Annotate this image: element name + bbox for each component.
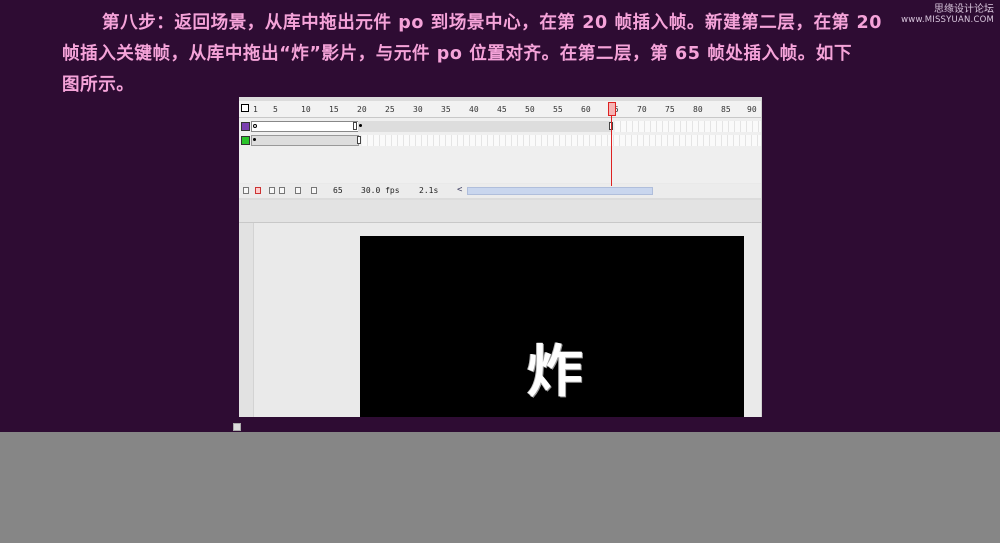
frame-end-marker [357, 136, 361, 144]
timeline-ruler[interactable]: 1 5 10 15 20 25 30 35 40 45 50 55 60 65 … [239, 101, 761, 118]
keyframe-icon [253, 138, 256, 141]
layer-row-2[interactable] [239, 134, 761, 147]
resize-grip-icon[interactable] [233, 423, 241, 431]
ruler-tick: 55 [553, 105, 563, 114]
stage[interactable]: 炸 [360, 236, 744, 417]
bottom-gray-band [0, 432, 1000, 543]
ruler-tick: 70 [637, 105, 647, 114]
ruler-tick: 90 [747, 105, 757, 114]
instruction-text: 第八步：返回场景，从库中拖出元件 po 到场景中心，在第 20 帧插入帧。新建第… [62, 8, 942, 101]
watermark-url: www.MISSYUAN.COM [901, 15, 994, 25]
flash-window: 1 5 10 15 20 25 30 35 40 45 50 55 60 65 … [239, 97, 762, 417]
ruler-tick: 60 [581, 105, 591, 114]
ruler-tick: 50 [525, 105, 535, 114]
ruler-tick: 10 [301, 105, 311, 114]
scroll-left-icon[interactable]: < [457, 185, 462, 195]
ruler-tick: 80 [693, 105, 703, 114]
timeline-status-bar: 65 30.0 fps 2.1s < [239, 184, 761, 198]
keyframe-icon [359, 124, 362, 127]
ruler-tick: 85 [721, 105, 731, 114]
ruler-tick: 40 [469, 105, 479, 114]
ruler-tick: 15 [329, 105, 339, 114]
workspace-left-strip [239, 223, 254, 417]
frame-rate: 30.0 fps [361, 186, 400, 195]
timeline-scrollbar[interactable] [467, 187, 653, 195]
playhead-marker[interactable] [608, 102, 616, 116]
ruler-tick: 35 [441, 105, 451, 114]
watermark-title: 思缘设计论坛 [934, 4, 994, 15]
frame-end-marker [353, 122, 357, 130]
modify-markers-icon[interactable] [311, 187, 317, 194]
layer-frame-span[interactable] [358, 121, 612, 132]
empty-frames[interactable] [362, 135, 761, 146]
layer-color-swatch [241, 136, 250, 145]
center-frame-icon[interactable] [255, 187, 261, 194]
watermark: 思缘设计论坛 www.MISSYUAN.COM [901, 4, 994, 26]
empty-keyframe-icon [253, 124, 257, 128]
ruler-tick: 75 [665, 105, 675, 114]
ruler-tick: 20 [357, 105, 367, 114]
layer-row-1[interactable] [239, 120, 761, 133]
explode-movieclip[interactable]: 炸 [520, 338, 590, 408]
ruler-tick: 1 [253, 105, 258, 114]
ruler-tick: 30 [413, 105, 423, 114]
stage-workspace: 炸 [239, 223, 761, 417]
trash-icon[interactable] [243, 187, 249, 194]
playhead-line [611, 116, 612, 186]
timeline-layers [239, 118, 761, 183]
show-all-layers-icon[interactable] [241, 104, 249, 112]
onion-outline-icon[interactable] [279, 187, 285, 194]
instruction-line-1: 第八步：返回场景，从库中拖出元件 po 到场景中心，在第 20 帧插入帧。新建第… [102, 13, 883, 33]
ruler-tick: 5 [273, 105, 278, 114]
layer-frame-span[interactable] [251, 135, 359, 146]
onion-skin-icon[interactable] [269, 187, 275, 194]
empty-frames[interactable] [615, 121, 761, 132]
current-frame: 65 [333, 186, 343, 195]
edit-bar [239, 200, 761, 223]
edit-multiple-frames-icon[interactable] [295, 187, 301, 194]
layer-frame-span[interactable] [251, 121, 359, 132]
instruction-line-2: 帧插入关键帧，从库中拖出“炸”影片，与元件 po 位置对齐。在第二层，第 65 … [62, 44, 853, 64]
elapsed-time: 2.1s [419, 186, 439, 195]
layer-color-swatch [241, 122, 250, 131]
ruler-tick: 45 [497, 105, 507, 114]
ruler-tick: 25 [385, 105, 395, 114]
